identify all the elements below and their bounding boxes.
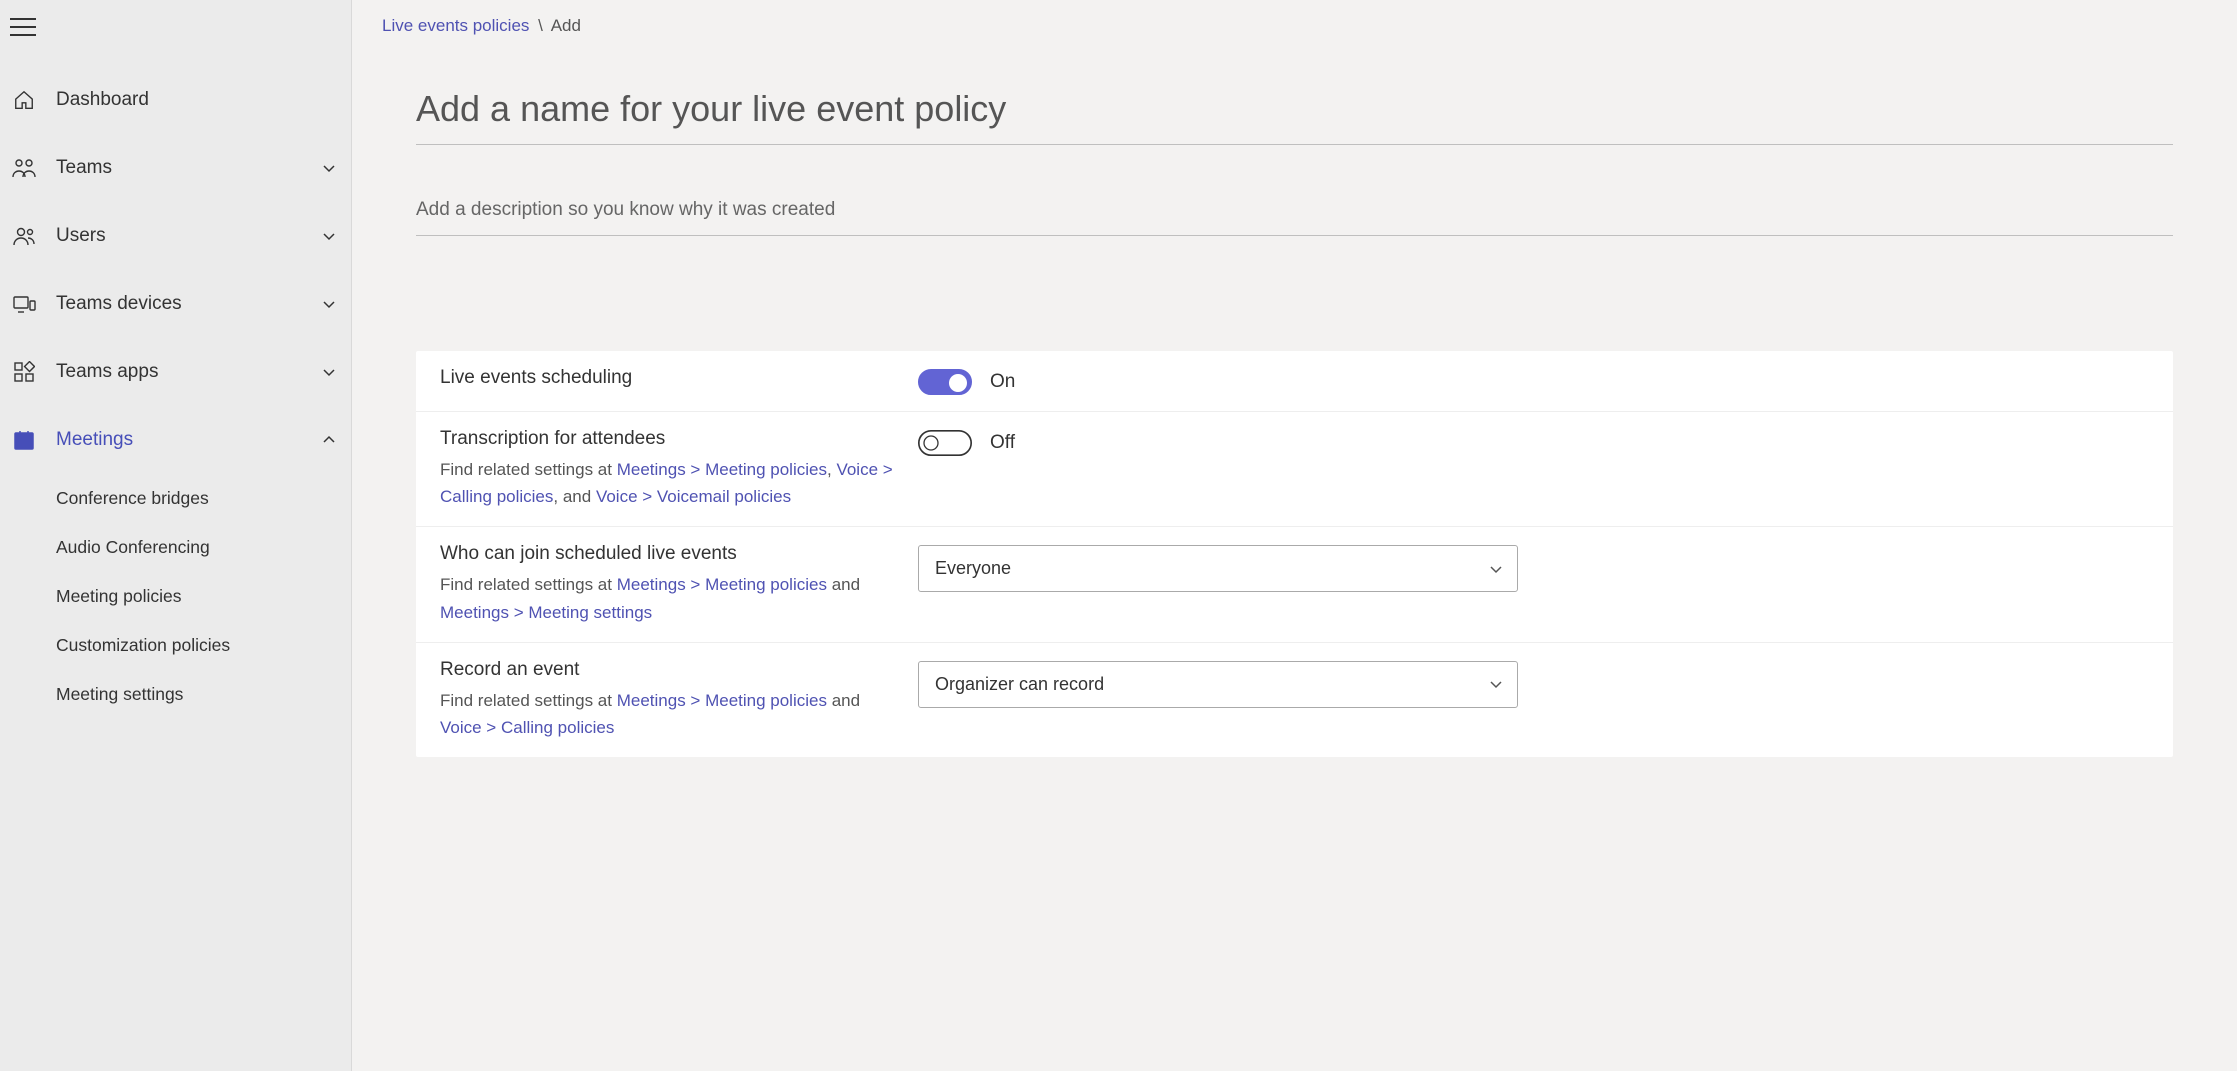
- link-meeting-policies[interactable]: Meetings > Meeting policies: [617, 575, 827, 594]
- breadcrumb-current: Add: [551, 16, 581, 35]
- sidebar-item-teams[interactable]: Teams: [0, 134, 351, 202]
- chevron-down-icon: [321, 228, 337, 244]
- sidebar-item-label: Teams devices: [56, 293, 321, 315]
- content-area: Live events scheduling On Transcription …: [352, 52, 2237, 787]
- sidebar-item-label: Users: [56, 225, 321, 247]
- setting-title: Record an event: [440, 659, 902, 681]
- policy-name-input[interactable]: [416, 82, 2173, 145]
- chevron-up-icon: [321, 432, 337, 448]
- transcription-toggle[interactable]: [918, 430, 972, 456]
- setting-row-transcription: Transcription for attendees Find related…: [416, 411, 2173, 526]
- chevron-down-icon: [321, 296, 337, 312]
- live-events-scheduling-toggle[interactable]: [918, 369, 972, 395]
- chevron-down-icon: [321, 364, 337, 380]
- setting-row-live-events-scheduling: Live events scheduling On: [416, 351, 2173, 411]
- sidebar-subitem-meeting-settings[interactable]: Meeting settings: [0, 670, 351, 719]
- sidebar-subitem-meeting-policies[interactable]: Meeting policies: [0, 572, 351, 621]
- calendar-icon: [10, 426, 38, 454]
- toggle-label: Off: [990, 432, 1015, 454]
- apps-icon: [10, 358, 38, 386]
- setting-title: Live events scheduling: [440, 367, 902, 389]
- users-icon: [10, 222, 38, 250]
- setting-row-who-can-join: Who can join scheduled live events Find …: [416, 526, 2173, 641]
- setting-subtext: Find related settings at Meetings > Meet…: [440, 456, 902, 510]
- dropdown-value: Everyone: [935, 558, 1011, 578]
- breadcrumb-parent-link[interactable]: Live events policies: [382, 16, 529, 35]
- sidebar-item-meetings[interactable]: Meetings: [0, 406, 351, 474]
- sidebar: Dashboard Teams Users Teams device: [0, 0, 352, 1071]
- sidebar-subitem-audio-conferencing[interactable]: Audio Conferencing: [0, 523, 351, 572]
- setting-subtext: Find related settings at Meetings > Meet…: [440, 571, 902, 625]
- main-content: Live events policies \ Add Live events s…: [352, 0, 2237, 1071]
- policy-description-input[interactable]: [416, 193, 2173, 236]
- breadcrumb-separator: \: [538, 16, 543, 35]
- chevron-down-icon: [1489, 562, 1503, 576]
- link-meeting-settings[interactable]: Meetings > Meeting settings: [440, 603, 652, 622]
- setting-title: Who can join scheduled live events: [440, 543, 902, 565]
- link-meeting-policies[interactable]: Meetings > Meeting policies: [617, 691, 827, 710]
- sidebar-item-dashboard[interactable]: Dashboard: [0, 66, 351, 134]
- dropdown-value: Organizer can record: [935, 674, 1104, 694]
- breadcrumb: Live events policies \ Add: [352, 0, 2237, 52]
- record-event-dropdown[interactable]: Organizer can record: [918, 661, 1518, 708]
- sidebar-item-label: Teams: [56, 157, 321, 179]
- sidebar-item-label: Teams apps: [56, 361, 321, 383]
- sidebar-item-label: Dashboard: [56, 89, 337, 111]
- sidebar-item-teams-apps[interactable]: Teams apps: [0, 338, 351, 406]
- link-meeting-policies[interactable]: Meetings > Meeting policies: [617, 460, 827, 479]
- sidebar-subitem-conference-bridges[interactable]: Conference bridges: [0, 474, 351, 523]
- devices-icon: [10, 290, 38, 318]
- setting-subtext: Find related settings at Meetings > Meet…: [440, 687, 902, 741]
- setting-title: Transcription for attendees: [440, 428, 902, 450]
- home-icon: [10, 86, 38, 114]
- app-root: Dashboard Teams Users Teams device: [0, 0, 2237, 1071]
- chevron-down-icon: [321, 160, 337, 176]
- sidebar-item-label: Meetings: [56, 429, 321, 451]
- settings-card: Live events scheduling On Transcription …: [416, 351, 2173, 757]
- setting-row-record-event: Record an event Find related settings at…: [416, 642, 2173, 757]
- sidebar-item-users[interactable]: Users: [0, 202, 351, 270]
- link-calling-policies[interactable]: Voice > Calling policies: [440, 718, 614, 737]
- hamburger-menu-button[interactable]: [10, 18, 36, 36]
- chevron-down-icon: [1489, 677, 1503, 691]
- who-can-join-dropdown[interactable]: Everyone: [918, 545, 1518, 592]
- teams-icon: [10, 154, 38, 182]
- link-voicemail-policies[interactable]: Voice > Voicemail policies: [596, 487, 791, 506]
- toggle-label: On: [990, 371, 1015, 393]
- sidebar-item-teams-devices[interactable]: Teams devices: [0, 270, 351, 338]
- sidebar-subitem-customization-policies[interactable]: Customization policies: [0, 621, 351, 670]
